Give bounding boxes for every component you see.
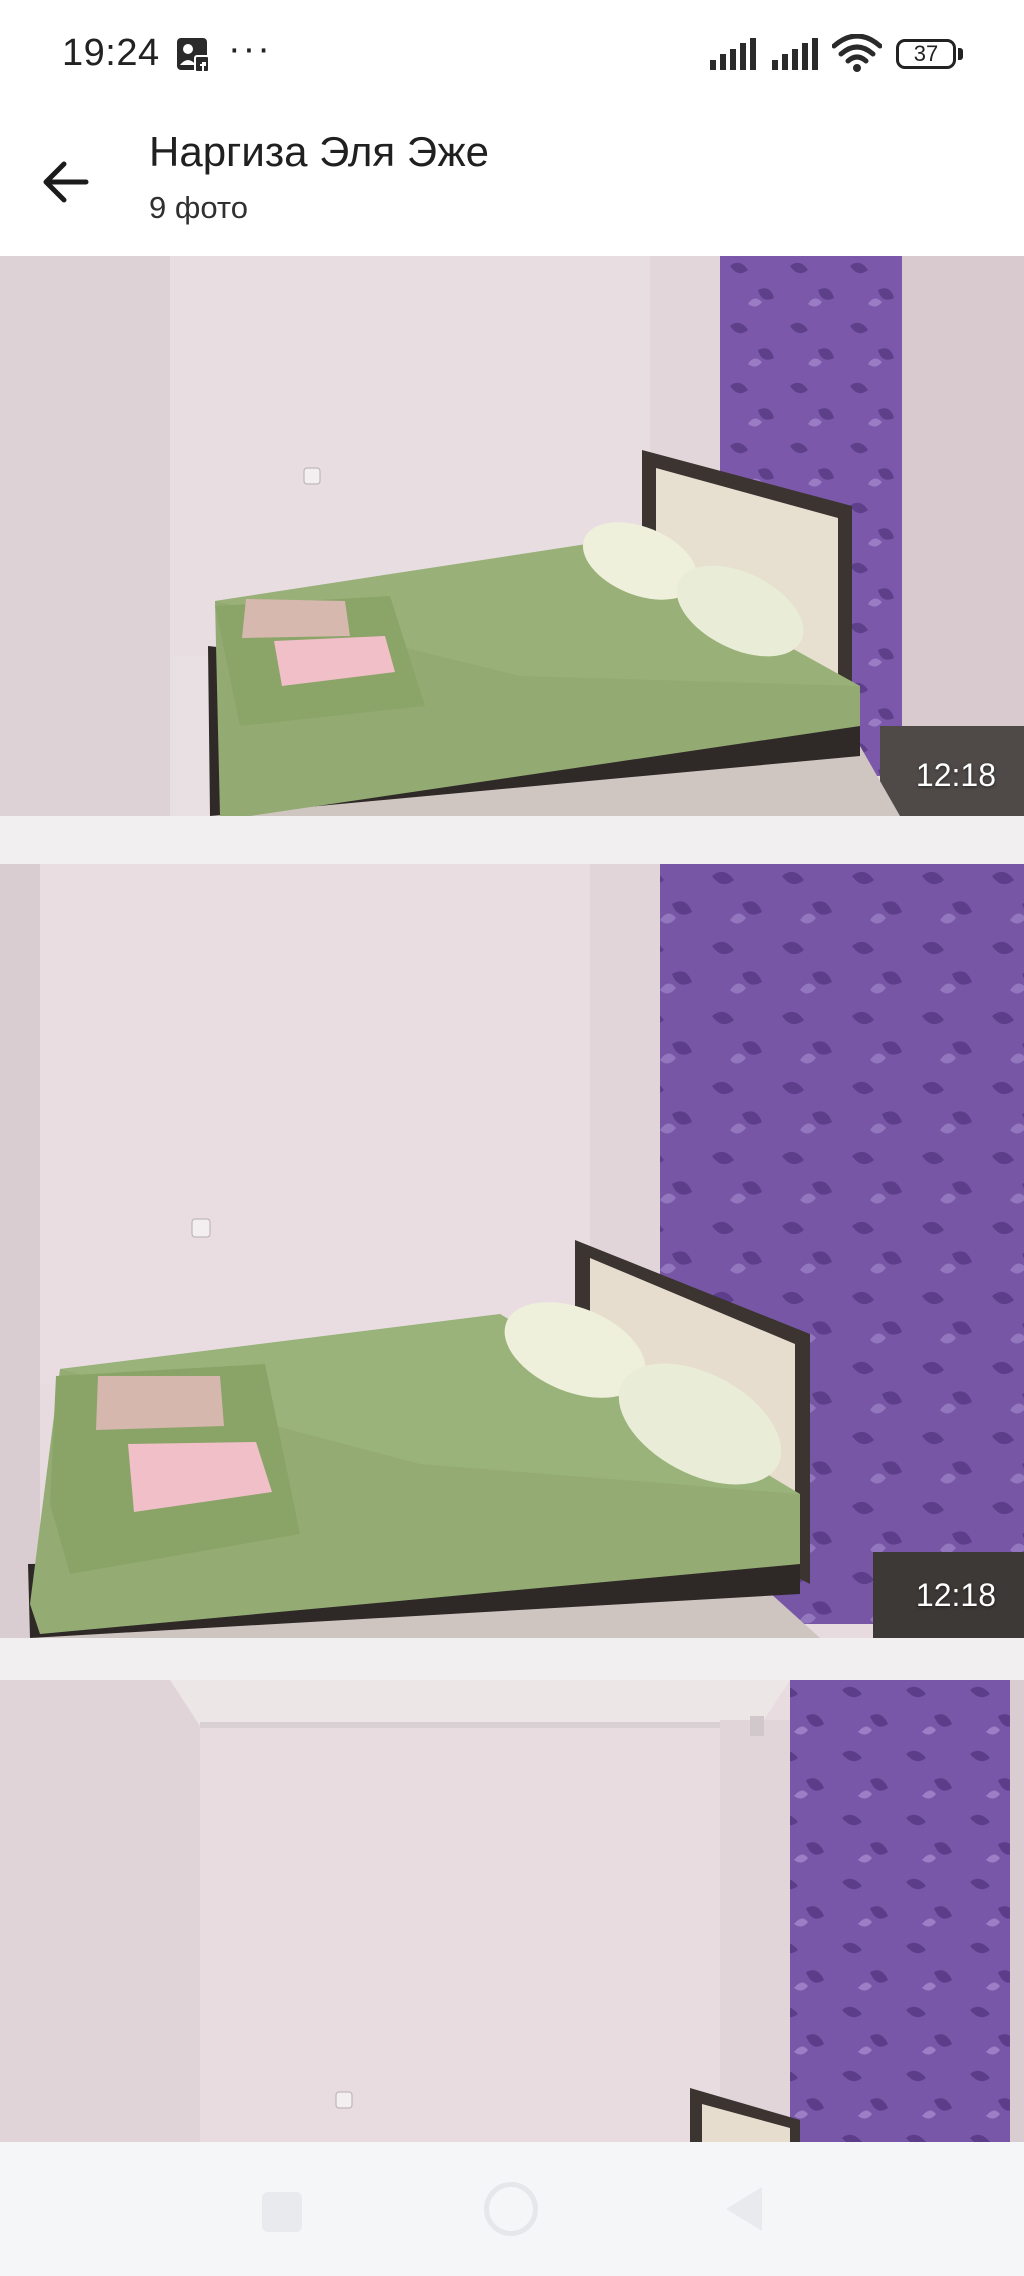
arrow-left-icon[interactable] <box>30 144 106 220</box>
photo-count: 9 фото <box>149 190 249 225</box>
facebook-app-icon <box>177 38 210 73</box>
photo-timestamp: 12:18 <box>915 757 996 793</box>
photo-item[interactable] <box>0 1680 1024 2142</box>
recents-icon[interactable] <box>262 2192 302 2232</box>
back-icon[interactable] <box>722 2184 766 2234</box>
photo-item[interactable]: 12:18 <box>0 864 1024 1638</box>
battery-icon: 37 <box>896 39 956 69</box>
signal-icon <box>710 38 756 70</box>
home-icon[interactable] <box>484 2182 538 2236</box>
bedroom-photo <box>0 1680 1024 2142</box>
photo-timestamp: 12:18 <box>915 1577 996 1613</box>
app-header: Наргиза Эля Эже 9 фото <box>0 110 1024 256</box>
photo-item[interactable]: 12:18 <box>0 256 1024 816</box>
status-bar: 19:24 ··· 37 <box>0 0 1024 110</box>
screen: 19:24 ··· 37 Наргиза Эля Эже 9 фото 12:1… <box>0 0 1024 2276</box>
more-icon: ··· <box>228 28 272 70</box>
battery-tip <box>958 48 963 60</box>
photo-gallery: 12:18 12:18 <box>0 256 1024 2142</box>
bedroom-photo <box>0 864 1024 1638</box>
bedroom-photo <box>0 256 1024 816</box>
system-nav-bar <box>0 2142 1024 2276</box>
signal-icon <box>772 38 818 70</box>
wifi-icon <box>832 34 882 72</box>
status-time: 19:24 <box>62 32 160 74</box>
album-title: Наргиза Эля Эже <box>149 128 489 175</box>
battery-level: 37 <box>913 41 939 66</box>
